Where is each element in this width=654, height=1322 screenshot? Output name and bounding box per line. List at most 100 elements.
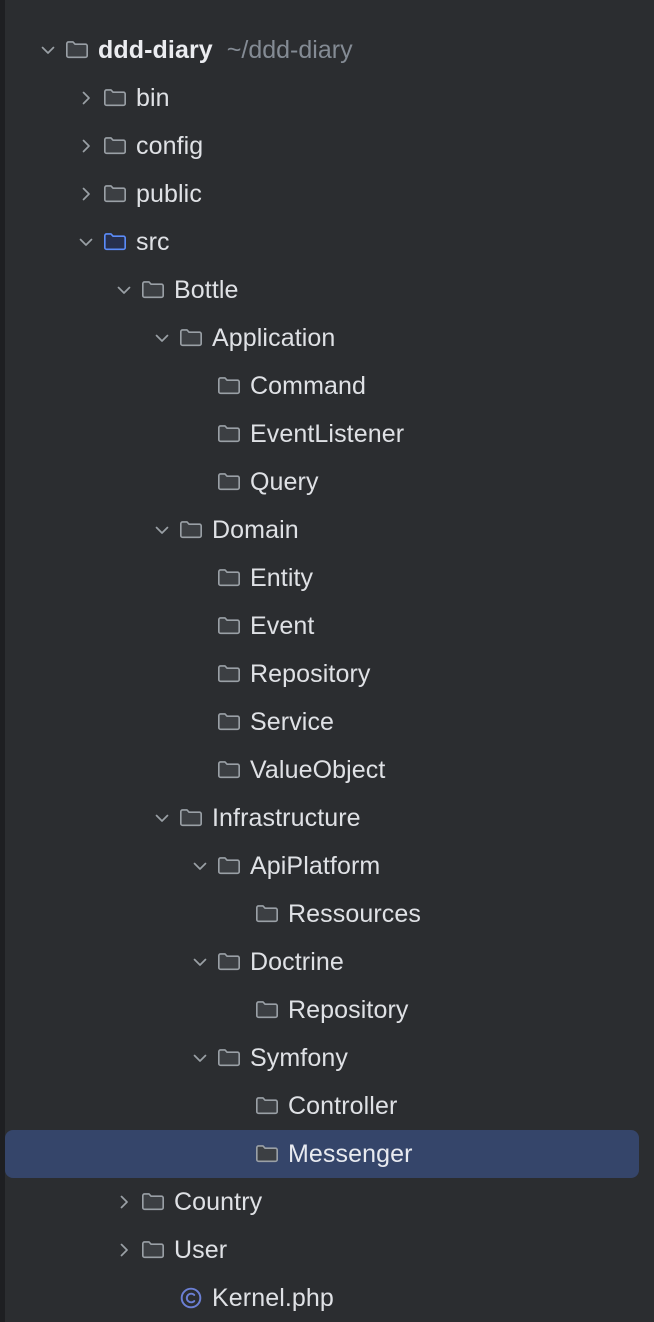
tree-twisty-placeholder (185, 467, 215, 497)
tree-row-label: Event (250, 611, 315, 640)
folder-icon (101, 180, 129, 208)
tree-row[interactable]: public (5, 170, 639, 218)
folder-icon (215, 852, 243, 880)
folder-icon (215, 612, 243, 640)
tree-row[interactable]: Repository (5, 986, 639, 1034)
chevron-down-icon[interactable] (185, 851, 215, 881)
tree-row-label: Repository (288, 995, 409, 1024)
tree-twisty-placeholder (185, 611, 215, 641)
chevron-right-icon[interactable] (71, 83, 101, 113)
tree-row-label: Query (250, 467, 319, 496)
tree-row[interactable]: Bottle (5, 266, 639, 314)
tree-row-label: Controller (288, 1091, 398, 1120)
tree-row[interactable]: Controller (5, 1082, 639, 1130)
tree-row[interactable]: Doctrine (5, 938, 639, 986)
folder-icon (177, 324, 205, 352)
folder-icon (253, 900, 281, 928)
tree-row[interactable]: config (5, 122, 639, 170)
chevron-right-icon[interactable] (71, 179, 101, 209)
tree-row-label: Bottle (174, 275, 239, 304)
tree-twisty-placeholder (223, 995, 253, 1025)
tree-row-label: ApiPlatform (250, 851, 381, 880)
tree-row[interactable]: Infrastructure (5, 794, 639, 842)
tree-row[interactable]: Application (5, 314, 639, 362)
tree-row[interactable]: bin (5, 74, 639, 122)
project-tree[interactable]: ddd-diary ~/ddd-diary bin config public src Bo… (5, 0, 654, 1322)
tree-twisty-placeholder (185, 755, 215, 785)
tree-twisty-placeholder (185, 707, 215, 737)
tree-twisty-placeholder (223, 1091, 253, 1121)
tree-row-label: EventListener (250, 419, 405, 448)
tree-row[interactable]: Country (5, 1178, 639, 1226)
chevron-right-icon[interactable] (71, 131, 101, 161)
tree-row[interactable]: Query (5, 458, 639, 506)
folder-icon (101, 84, 129, 112)
tree-twisty-placeholder (185, 419, 215, 449)
chevron-right-icon[interactable] (109, 1187, 139, 1217)
tree-row-label: Country (174, 1187, 263, 1216)
tree-row[interactable]: Kernel.php (5, 1274, 639, 1322)
folder-icon (215, 372, 243, 400)
folder-icon (177, 516, 205, 544)
chevron-down-icon[interactable] (147, 515, 177, 545)
tree-row[interactable]: Service (5, 698, 639, 746)
tree-row[interactable]: User (5, 1226, 639, 1274)
folder-icon (177, 804, 205, 832)
tree-row[interactable]: src (5, 218, 639, 266)
tree-twisty-placeholder (185, 659, 215, 689)
tree-row[interactable]: Symfony (5, 1034, 639, 1082)
tree-row-label: Application (212, 323, 336, 352)
folder-icon (253, 1092, 281, 1120)
folder-icon (215, 948, 243, 976)
tree-row-label: Infrastructure (212, 803, 361, 832)
tree-row-label: Entity (250, 563, 314, 592)
folder-icon (215, 564, 243, 592)
tree-row-label: bin (136, 83, 170, 112)
chevron-down-icon[interactable] (33, 35, 63, 65)
folder-icon (139, 1188, 167, 1216)
tree-row-label: ValueObject (250, 755, 386, 784)
tree-twisty-placeholder (147, 1283, 177, 1313)
tree-row[interactable]: Entity (5, 554, 639, 602)
chevron-down-icon[interactable] (147, 803, 177, 833)
tree-row-label: config (136, 131, 204, 160)
tree-row-label: Command (250, 371, 367, 400)
tree-row[interactable]: Repository (5, 650, 639, 698)
tree-row-label: User (174, 1235, 228, 1264)
tree-row[interactable]: Domain (5, 506, 639, 554)
chevron-down-icon[interactable] (71, 227, 101, 257)
folder-icon (253, 996, 281, 1024)
tree-row-label: Messenger (288, 1139, 413, 1168)
tree-twisty-placeholder (185, 371, 215, 401)
tree-row[interactable]: Event (5, 602, 639, 650)
chevron-down-icon[interactable] (109, 275, 139, 305)
chevron-down-icon[interactable] (185, 947, 215, 977)
folder-icon (215, 756, 243, 784)
chevron-down-icon[interactable] (147, 323, 177, 353)
tree-row[interactable]: Command (5, 362, 639, 410)
tree-row[interactable]: Ressources (5, 890, 639, 938)
folder-icon (63, 36, 91, 64)
folder-icon (101, 132, 129, 160)
tree-row[interactable]: ddd-diary ~/ddd-diary (5, 26, 639, 74)
tree-row-label: ddd-diary (98, 35, 213, 64)
chevron-right-icon[interactable] (109, 1235, 139, 1265)
folder-icon (215, 660, 243, 688)
tree-row-label: Domain (212, 515, 299, 544)
tree-row-label: Service (250, 707, 335, 736)
source-folder-icon (101, 228, 129, 256)
folder-icon (253, 1140, 281, 1168)
tree-row[interactable]: ValueObject (5, 746, 639, 794)
chevron-down-icon[interactable] (185, 1043, 215, 1073)
tree-row-label: Ressources (288, 899, 421, 928)
folder-icon (139, 276, 167, 304)
tree-row[interactable]: ApiPlatform (5, 842, 639, 890)
folder-icon (215, 708, 243, 736)
tool-window-gutter (0, 0, 5, 1322)
tree-row-label: Symfony (250, 1043, 348, 1072)
tree-row[interactable]: EventListener (5, 410, 639, 458)
tree-row[interactable]: Messenger (5, 1130, 639, 1178)
tree-row-path: ~/ddd-diary (226, 35, 353, 64)
tree-twisty-placeholder (223, 899, 253, 929)
tree-row-label: Kernel.php (212, 1283, 334, 1312)
